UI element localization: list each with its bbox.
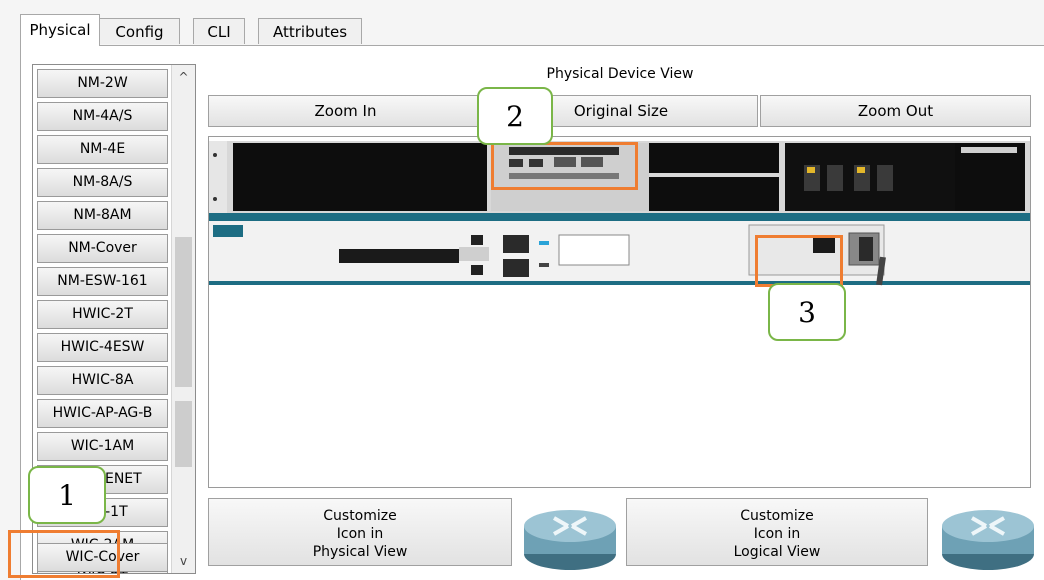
ethernet-port <box>503 235 529 253</box>
annotation-highlight-power-switch <box>755 235 843 287</box>
ethernet-port <box>503 259 529 277</box>
module-item[interactable]: NM-Cover <box>37 234 168 263</box>
customize-logical-line2: Icon in <box>753 526 801 542</box>
tab-cli[interactable]: CLI <box>193 18 245 44</box>
tab-bar: Physical Config CLI Attributes <box>0 0 1044 46</box>
customize-logical-line1: Customize <box>740 508 814 524</box>
module-item[interactable]: WIC-1AM <box>37 432 168 461</box>
tab-attributes[interactable]: Attributes <box>258 18 362 44</box>
module-item[interactable]: NM-4A/S <box>37 102 168 131</box>
zoom-in-button[interactable]: Zoom In <box>208 95 483 127</box>
compact-flash-slot <box>339 249 459 263</box>
customize-physical-line2: Icon in <box>336 526 384 542</box>
customize-logical-line3: Logical View <box>733 544 821 560</box>
callout-1: 1 <box>28 466 106 524</box>
callout-2: 2 <box>477 87 553 145</box>
module-item[interactable]: NM-2W <box>37 69 168 98</box>
callout-3: 3 <box>768 283 846 341</box>
nm-slot-empty <box>649 143 779 173</box>
customize-logical-icon-button[interactable]: Customize Icon in Logical View <box>626 498 928 566</box>
module-item[interactable]: NM-8AM <box>37 201 168 230</box>
scroll-down-icon[interactable]: v <box>172 551 195 571</box>
nm-slot-empty <box>233 143 487 211</box>
annotation-highlight-wic-cover <box>8 530 120 578</box>
physical-device-view-title: Physical Device View <box>546 66 694 82</box>
router-logical-icon <box>942 510 1034 570</box>
cisco-panel <box>955 143 1025 211</box>
customize-physical-line1: Customize <box>323 508 397 524</box>
customize-physical-line3: Physical View <box>312 544 408 560</box>
scrollbar-thumb[interactable] <box>175 237 192 467</box>
zoom-out-button[interactable]: Zoom Out <box>760 95 1031 127</box>
annotation-highlight-module-slot <box>491 142 638 190</box>
nm-slot-empty <box>649 177 779 211</box>
module-item[interactable]: NM-8A/S <box>37 168 168 197</box>
module-item[interactable]: NM-4E <box>37 135 168 164</box>
module-item[interactable]: HWIC-8A <box>37 366 168 395</box>
scroll-up-icon[interactable]: ^ <box>172 67 195 87</box>
module-item[interactable]: NM-ESW-161 <box>37 267 168 296</box>
tab-config[interactable]: Config <box>99 18 180 44</box>
rps-input <box>558 234 630 266</box>
scrollbar-grip <box>175 387 192 401</box>
module-item[interactable]: HWIC-4ESW <box>37 333 168 362</box>
tab-physical[interactable]: Physical <box>20 14 100 46</box>
router-physical-icon <box>524 510 616 570</box>
module-list-scrollbar[interactable]: ^ v <box>171 65 195 573</box>
customize-physical-icon-button[interactable]: Customize Icon in Physical View <box>208 498 512 566</box>
module-item[interactable]: HWIC-AP-AG-B <box>37 399 168 428</box>
module-item[interactable]: HWIC-2T <box>37 300 168 329</box>
